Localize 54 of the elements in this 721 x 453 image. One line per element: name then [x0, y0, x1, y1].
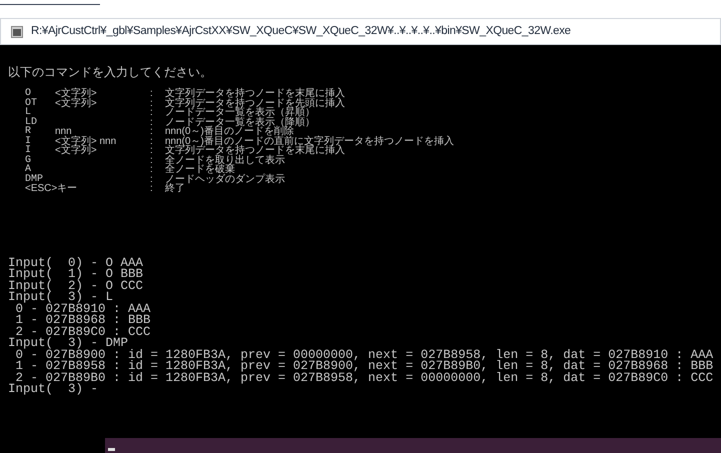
- command-key: R: [25, 127, 55, 136]
- console-message: 以下のコマンドを入力してください。: [8, 65, 212, 79]
- output-line: Input( 3) - DMP: [8, 338, 128, 350]
- separator-colon: :: [150, 184, 154, 194]
- command-argument: nnn: [55, 127, 72, 136]
- command-argument: <文字列> nnn: [55, 136, 118, 146]
- command-key: G: [25, 156, 55, 165]
- separator-colon: :: [150, 98, 154, 108]
- output-line: Input( 2) - O CCC: [8, 280, 144, 292]
- output-line: Input( 3) - L: [8, 292, 114, 304]
- command-description: 全ノードを取り出して表示: [165, 156, 285, 165]
- command-description: 文字列データを持つノードを末尾に挿入: [165, 146, 345, 156]
- command-description: 全ノードを破棄: [165, 165, 235, 174]
- command-description: ノードデータ一覧を表示（降順）: [165, 118, 315, 127]
- command-key: LD: [25, 118, 55, 127]
- output-line: 2 - 027B89B0 : id = 1280FB3A, prev = 027B8958, next = 00000000, len = 8, dat = 027B89C0 : CCC: [16, 372, 714, 384]
- input-bar[interactable]: [105, 438, 721, 453]
- text-cursor: [108, 448, 115, 451]
- command-key: DMP: [25, 174, 55, 184]
- command-key: <ESC>キー: [25, 184, 150, 194]
- command-key: I: [25, 146, 55, 156]
- command-key: O: [25, 89, 55, 98]
- window-title: R:¥AjrCustCtrl¥_gbl¥Samples¥AjrCstXX¥SW_XQueC¥SW_XQueC_32W¥..¥..¥..¥..¥bin¥SW_XQueC_32W.exe: [31, 24, 571, 39]
- command-key: A: [25, 165, 55, 174]
- output-line: 0 - 027B8910 : AAA: [16, 304, 151, 315]
- output-line: Input( 0) - O AAA: [8, 258, 144, 269]
- separator-colon: :: [150, 118, 154, 127]
- command-description: 終了: [165, 184, 185, 194]
- command-description: ノードデータ一覧を表示（昇順）: [165, 108, 315, 118]
- console-app-icon: [11, 26, 23, 38]
- command-key: I: [25, 136, 55, 146]
- command-argument: <文字列>: [55, 146, 98, 156]
- separator-colon: :: [150, 136, 154, 146]
- separator-colon: :: [150, 146, 154, 156]
- separator-colon: :: [150, 174, 154, 184]
- separator-colon: :: [150, 156, 154, 165]
- output-line: Input( 1) - O BBB: [8, 269, 144, 280]
- command-key: L: [25, 108, 55, 118]
- command-key: OT: [25, 98, 55, 108]
- command-argument: <文字列>: [55, 89, 98, 98]
- prompt-line: Input( 3) -: [8, 384, 100, 396]
- command-argument: <文字列>: [55, 98, 98, 108]
- separator-colon: :: [150, 165, 154, 174]
- command-description: nnn(0～)番目のノードの直前に文字列データを持つノードを挿入: [165, 136, 454, 146]
- output-line: 2 - 027B89C0 : CCC: [16, 326, 151, 338]
- command-description: ノードヘッダのダンプ表示: [165, 174, 285, 184]
- command-description: nnn(0～)番目のノードを削除: [165, 127, 294, 136]
- output-line: 1 - 027B8968 : BBB: [14, 315, 151, 326]
- separator-colon: :: [150, 108, 154, 118]
- separator-colon: :: [150, 127, 154, 136]
- separator-colon: :: [150, 89, 154, 98]
- output-line: 1 - 027B8958 : id = 1280FB3A, prev = 027B8900, next = 027B89B0, len = 8, dat = 027B8968 : BBB: [14, 361, 714, 372]
- command-description: 文字列データを持つノードを末尾に挿入: [165, 89, 345, 98]
- output-line: 0 - 027B8900 : id = 1280FB3A, prev = 00000000, next = 027B8958, len = 8, dat = 027B8910 : AAA: [16, 350, 714, 361]
